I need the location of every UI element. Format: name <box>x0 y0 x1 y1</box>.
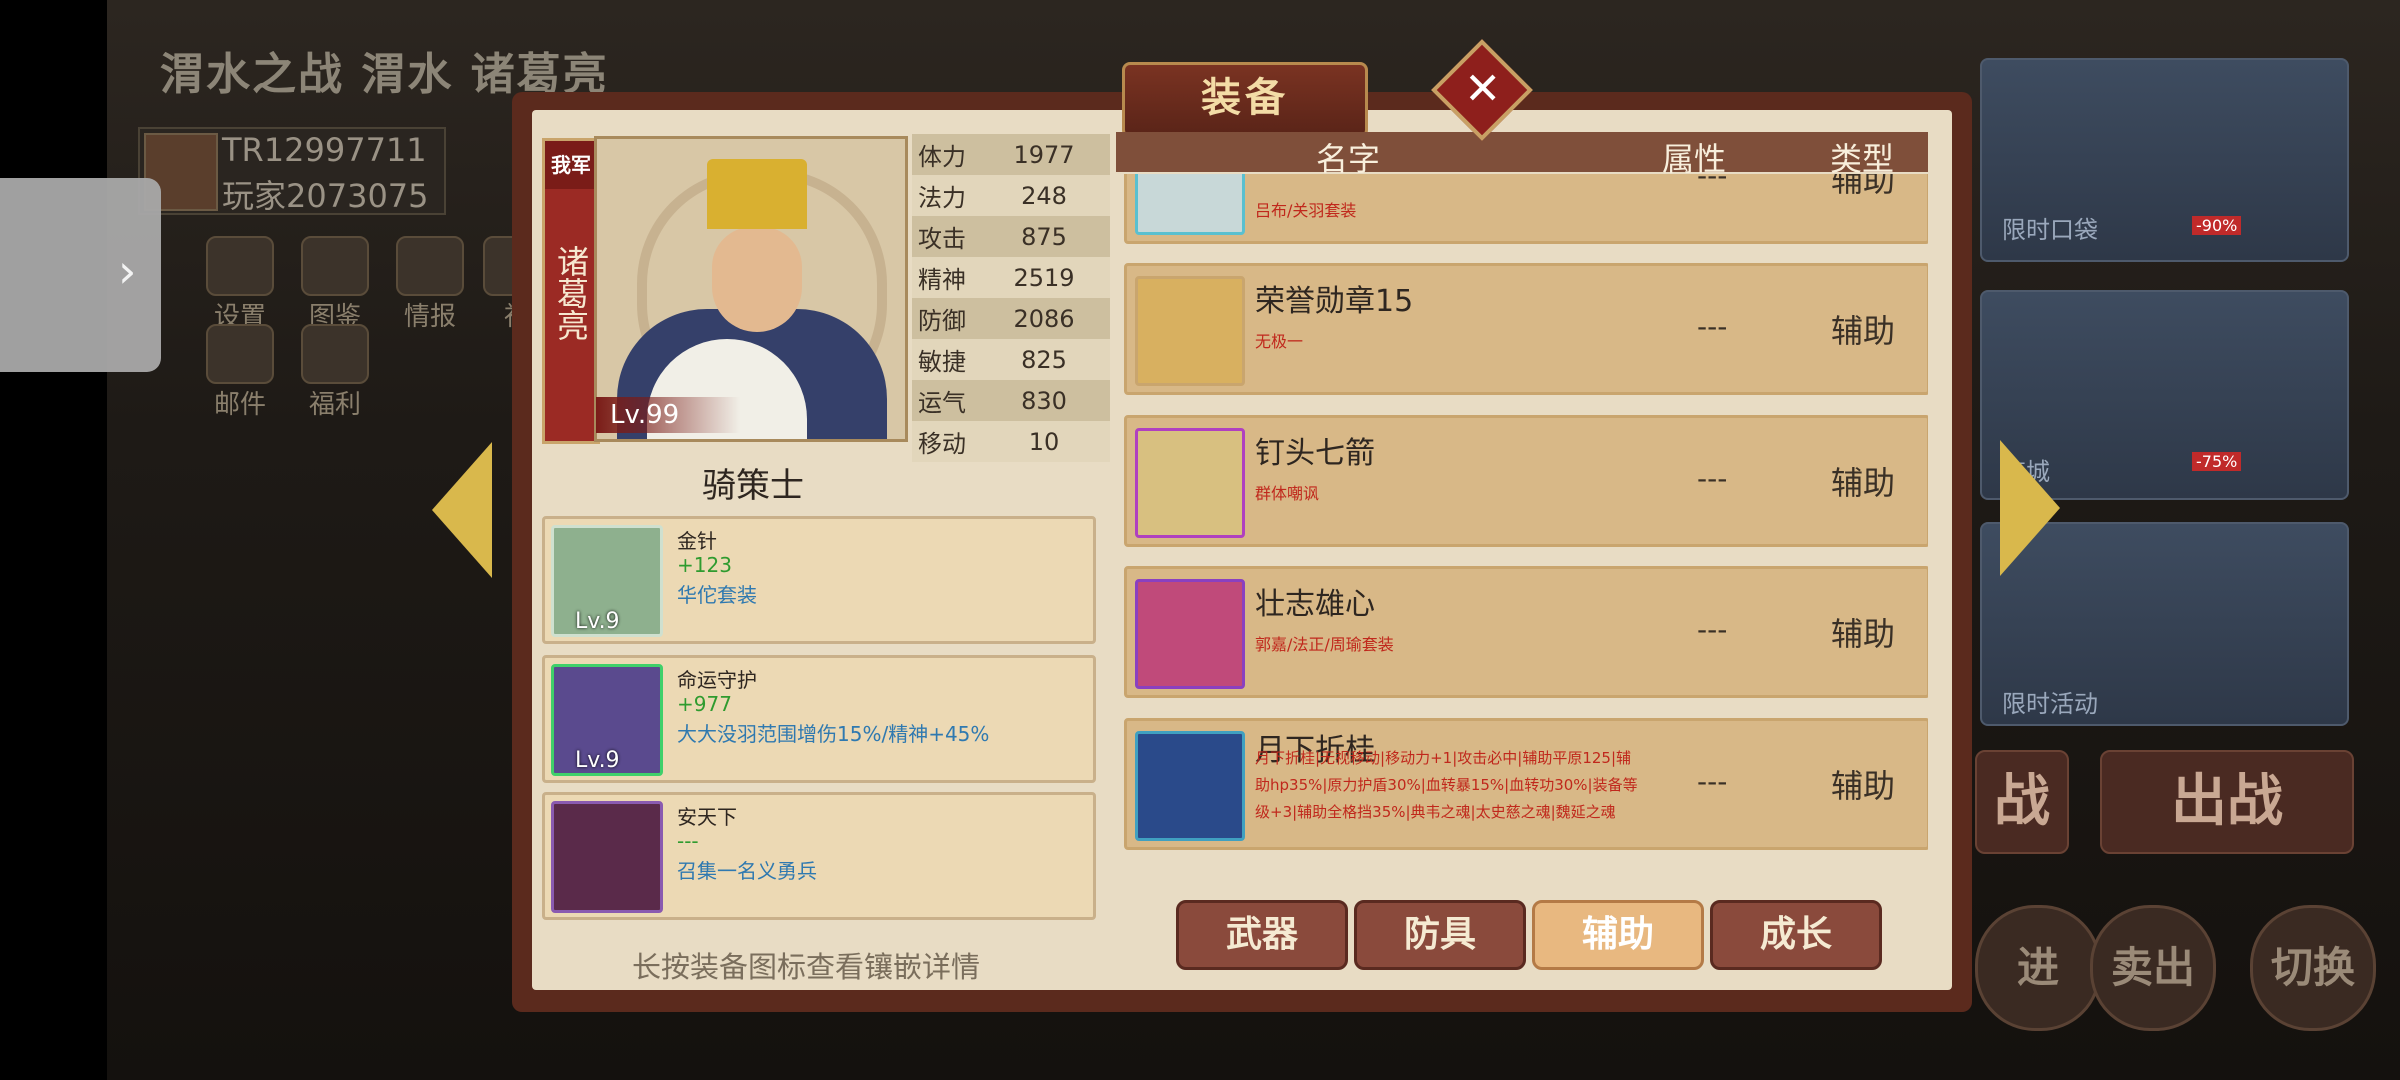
item-row[interactable]: 吕布/关羽套装 --- 辅助 <box>1124 174 1928 244</box>
promo-card-pocket[interactable]: 限时口袋 -90% <box>1980 58 2349 262</box>
stat-row: 精神 2519 <box>912 257 1110 298</box>
next-hero-arrow[interactable] <box>2000 440 2060 576</box>
medal-icon[interactable] <box>1135 276 1245 386</box>
tab-weapon[interactable]: 武器 <box>1176 900 1348 970</box>
tab-armor[interactable]: 防具 <box>1354 900 1526 970</box>
mail-icon <box>206 324 274 384</box>
gift-icon <box>301 324 369 384</box>
equipment-dialog: 装备 我军 诸葛亮 Lv.99 体力 1977 法力 248 攻击 875 精神 251… <box>512 62 1972 1017</box>
book-icon <box>301 236 369 296</box>
hint-text: 长按装备图标查看镶嵌详情 <box>632 950 981 984</box>
equipped-slot-armor[interactable]: Lv.9 命运守护 +977 大大没羽范围增伤15%/精神+45% <box>542 655 1096 783</box>
stat-row: 敏捷 825 <box>912 339 1110 380</box>
item-list-header: 名字 属性 类型 <box>1116 132 1928 178</box>
dialog-title: 装备 <box>1122 62 1368 138</box>
tab-accessory[interactable]: 辅助 <box>1532 900 1704 970</box>
stat-row: 防御 2086 <box>912 298 1110 339</box>
stat-row: 法力 248 <box>912 175 1110 216</box>
close-icon: ✕ <box>1464 63 1502 115</box>
battle-button-partial[interactable]: 战 <box>1975 750 2069 854</box>
item-row[interactable]: 钉头七箭 群体嘲讽 --- 辅助 <box>1124 415 1928 547</box>
arrows-icon[interactable] <box>1135 428 1245 538</box>
hero-stats: 体力 1977 法力 248 攻击 875 精神 2519 防御 2086 敏捷 825 运… <box>912 134 1110 462</box>
hero-level: Lv.99 <box>596 397 740 433</box>
item-row[interactable]: 月下折桂 月下折桂|无视移动|移动力+1|攻击必中|辅助平原125|辅助hp35… <box>1124 718 1928 850</box>
stat-row: 移动 10 <box>912 421 1110 462</box>
flag-icon[interactable] <box>551 801 663 913</box>
tab-growth[interactable]: 成长 <box>1710 900 1882 970</box>
gear-icon <box>206 236 274 296</box>
item-row[interactable]: 荣誉勋章15 无极一 --- 辅助 <box>1124 263 1928 395</box>
item-list[interactable]: 吕布/关羽套装 --- 辅助 荣誉勋章15 无极一 --- 辅助 钉头七箭 群体… <box>1116 174 1928 946</box>
codex-button[interactable]: 图鉴 <box>298 236 372 336</box>
sell-button[interactable]: 卖出 <box>2090 905 2216 1031</box>
switch-button[interactable]: 切换 <box>2250 905 2376 1031</box>
intel-icon <box>396 236 464 296</box>
equipped-slot-accessory[interactable]: 安天下 --- 召集一名义勇兵 <box>542 792 1096 920</box>
chevron-right-icon: › <box>118 244 137 298</box>
prev-hero-arrow[interactable] <box>432 442 492 578</box>
side-drawer-toggle[interactable]: › <box>0 178 161 372</box>
hero-name: 诸葛亮 <box>552 245 590 341</box>
player-id: TR12997711 <box>222 131 427 169</box>
stat-row: 体力 1977 <box>912 134 1110 175</box>
player-name: 玩家2073075 <box>222 177 429 215</box>
advance-button[interactable]: 进 <box>1975 905 2101 1031</box>
osmanthus-icon[interactable] <box>1135 731 1245 841</box>
sortie-button[interactable]: 出战 <box>2100 750 2354 854</box>
item-row[interactable]: 壮志雄心 郭嘉/法正/周瑜套装 --- 辅助 <box>1124 566 1928 698</box>
equipped-slot-weapon[interactable]: Lv.9 金针 +123 华佗套装 <box>542 516 1096 644</box>
stat-row: 攻击 875 <box>912 216 1110 257</box>
horse-icon[interactable] <box>1135 174 1245 235</box>
stat-row: 运气 830 <box>912 380 1110 421</box>
faction-label: 我军 <box>545 141 597 189</box>
scroll-icon[interactable] <box>1135 579 1245 689</box>
welfare-button[interactable]: 福利 <box>298 324 372 424</box>
player-card[interactable]: TR12997711 玩家2073075 <box>138 127 446 215</box>
mail-button[interactable]: 邮件 <box>203 324 277 424</box>
hero-class: 骑策士 <box>702 466 804 506</box>
hero-name-banner: 我军 诸葛亮 <box>542 138 600 444</box>
intel-button[interactable]: 情报 <box>393 236 467 336</box>
settings-button[interactable]: 设置 <box>203 236 277 336</box>
